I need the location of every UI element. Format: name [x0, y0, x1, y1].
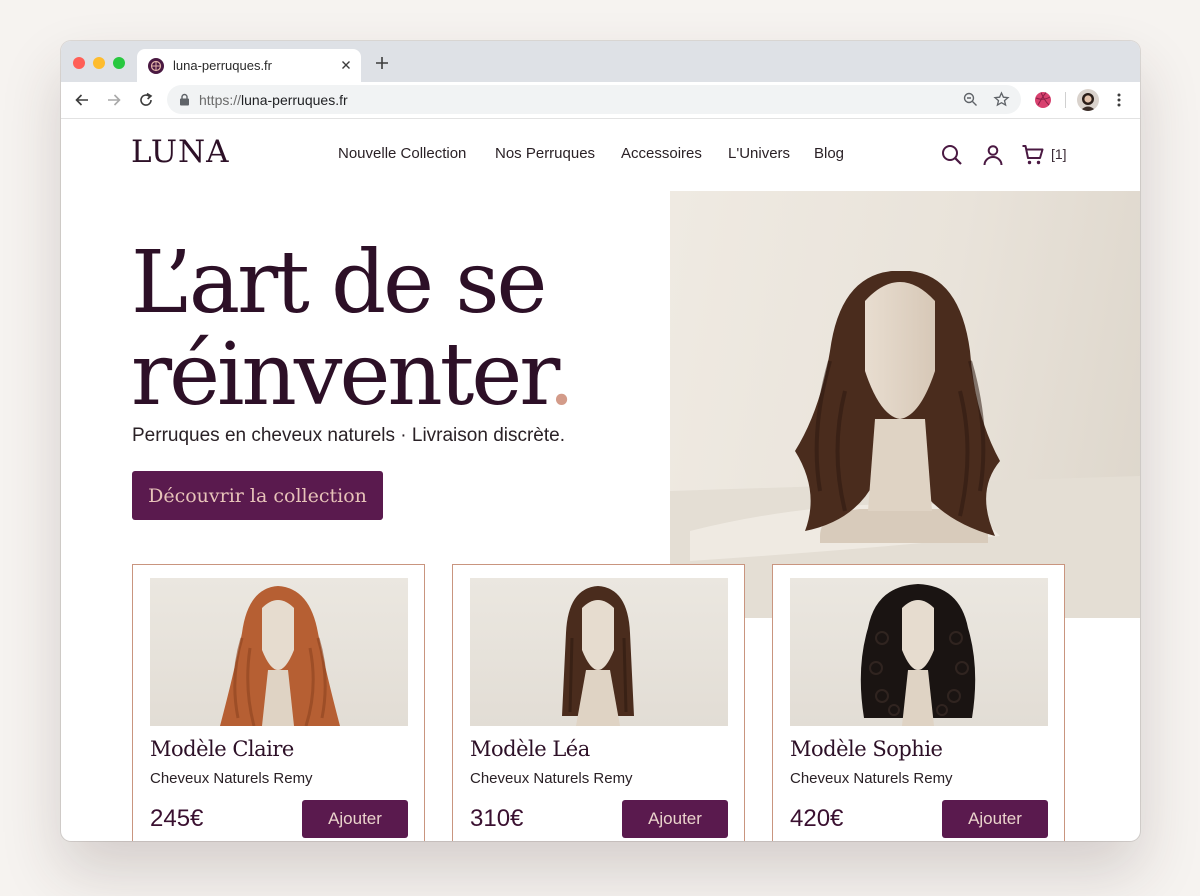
cart-count[interactable]: [1]	[1051, 146, 1067, 162]
browser-menu-icon[interactable]	[1110, 91, 1128, 109]
product-name[interactable]: Modèle Léa	[470, 737, 590, 761]
product-image-claire[interactable]	[150, 578, 408, 726]
add-to-cart-button[interactable]: Ajouter	[302, 800, 408, 838]
close-window-button[interactable]	[73, 57, 85, 69]
product-description: Cheveux Naturels Remy	[150, 770, 313, 787]
bookmark-star-icon[interactable]	[993, 91, 1010, 108]
product-name[interactable]: Modèle Sophie	[790, 737, 943, 761]
product-price: 420€	[790, 805, 844, 832]
reload-icon[interactable]	[137, 91, 155, 109]
product-description: Cheveux Naturels Remy	[470, 770, 633, 787]
back-icon[interactable]	[73, 91, 91, 109]
product-price: 245€	[150, 805, 204, 832]
toolbar-divider	[1065, 92, 1066, 108]
browser-tab[interactable]: luna-perruques.fr	[137, 49, 361, 82]
maximize-window-button[interactable]	[113, 57, 125, 69]
tab-title: luna-perruques.fr	[173, 58, 272, 73]
url-text: https://luna-perruques.fr	[199, 92, 348, 108]
hero-image	[670, 191, 1140, 618]
browser-toolbar: https://luna-perruques.fr	[61, 82, 1140, 119]
forward-icon[interactable]	[105, 91, 123, 109]
new-tab-icon[interactable]	[373, 54, 391, 72]
product-description: Cheveux Naturels Remy	[790, 770, 953, 787]
nav-l-univers[interactable]: L'Univers	[728, 145, 790, 162]
profile-avatar[interactable]	[1077, 89, 1099, 111]
hero-title-dot: .	[547, 325, 575, 425]
tab-strip: luna-perruques.fr	[61, 41, 1140, 82]
cart-icon[interactable]	[1021, 143, 1045, 167]
product-card-sophie[interactable]: Modèle Sophie Cheveux Naturels Remy 420€…	[772, 564, 1065, 841]
hero-subtitle: Perruques en cheveux naturels · Livraiso…	[132, 425, 566, 446]
add-to-cart-button[interactable]: Ajouter	[622, 800, 728, 838]
zoom-icon[interactable]	[962, 91, 979, 108]
nav-nos-perruques[interactable]: Nos Perruques	[495, 145, 595, 162]
product-image-sophie[interactable]	[790, 578, 1048, 726]
product-card-claire[interactable]: Modèle Claire Cheveux Naturels Remy 245€…	[132, 564, 425, 841]
nav-nouvelle-collection[interactable]: Nouvelle Collection	[338, 145, 466, 162]
hero-title: L’art de se réinventer.	[131, 233, 575, 425]
site-favicon-icon	[148, 58, 164, 74]
product-price: 310€	[470, 805, 524, 832]
product-name[interactable]: Modèle Claire	[150, 737, 294, 761]
product-card-lea[interactable]: Modèle Léa Cheveux Naturels Remy 310€ Aj…	[452, 564, 745, 841]
extension-icon[interactable]	[1033, 90, 1053, 110]
search-icon[interactable]	[940, 143, 964, 167]
site-logo[interactable]: LUNA	[131, 134, 230, 170]
close-tab-icon[interactable]	[338, 57, 354, 73]
lock-icon	[179, 93, 190, 111]
account-icon[interactable]	[981, 143, 1005, 167]
minimize-window-button[interactable]	[93, 57, 105, 69]
product-image-lea[interactable]	[470, 578, 728, 726]
address-bar[interactable]: https://luna-perruques.fr	[167, 85, 1021, 114]
nav-accessoires[interactable]: Accessoires	[621, 145, 702, 162]
add-to-cart-button[interactable]: Ajouter	[942, 800, 1048, 838]
discover-collection-button[interactable]: Découvrir la collection	[132, 471, 383, 520]
nav-blog[interactable]: Blog	[814, 145, 844, 162]
browser-window: luna-perruques.fr https://luna-perruques…	[61, 41, 1140, 841]
